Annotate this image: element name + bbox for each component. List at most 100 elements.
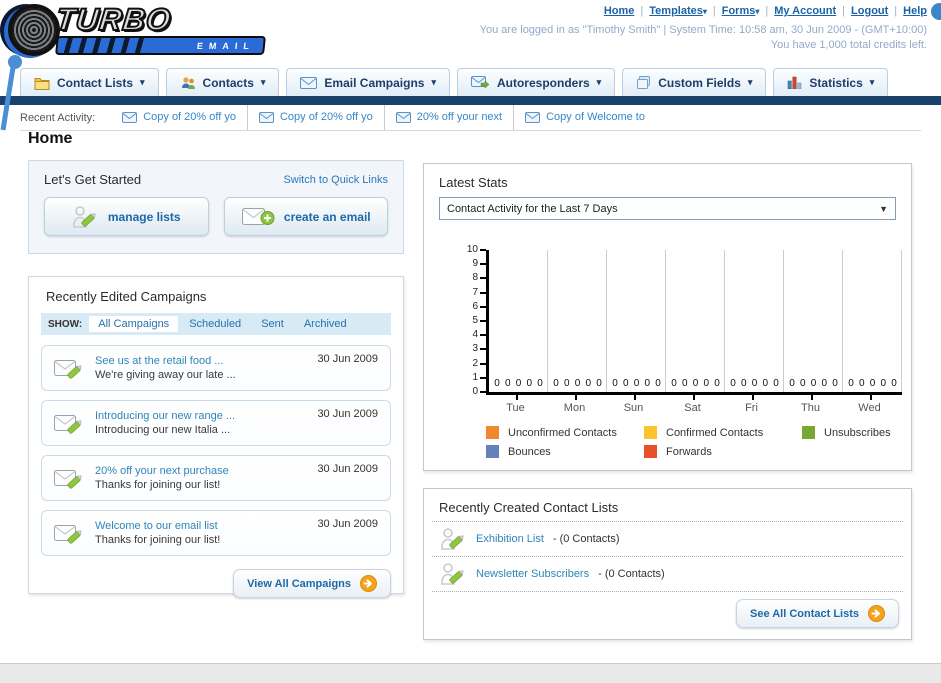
tab-contact-lists[interactable]: Contact Lists ▾: [20, 68, 159, 96]
value-label: 0: [553, 378, 559, 389]
envelope-small-icon: [122, 112, 138, 123]
recent-activity-bar: Recent Activity: Copy of 20% off yo Copy …: [20, 105, 921, 131]
campaign-subtitle: Thanks for joining our list!: [95, 534, 221, 546]
value-label: 0: [773, 378, 779, 389]
value-label: 0: [821, 378, 827, 389]
logo-line2: EMAIL: [196, 40, 256, 51]
campaigns-panel: Recently Edited Campaigns SHOW: All Camp…: [28, 276, 404, 598]
contact-list-name-link[interactable]: Exhibition List: [476, 533, 544, 545]
campaign-card[interactable]: Welcome to our email list Thanks for join…: [41, 510, 391, 556]
get-started-title: Let's Get Started: [44, 172, 142, 187]
navy-divider: [0, 96, 941, 105]
envelope-green-arrow-icon: [470, 76, 490, 89]
tab-autoresponders[interactable]: Autoresponders ▾: [456, 68, 616, 96]
y-tick-label: 0: [472, 386, 478, 397]
see-all-contact-lists-button[interactable]: See All Contact Lists: [735, 599, 899, 628]
campaign-title-link[interactable]: 20% off your next purchase: [95, 465, 229, 477]
recent-activity-item[interactable]: Copy of 20% off yo: [246, 105, 384, 130]
campaign-title-link[interactable]: Introducing our new range ...: [95, 410, 235, 422]
people-icon: [180, 76, 196, 90]
x-axis-label: Sun: [623, 402, 644, 414]
filter-sent[interactable]: Sent: [252, 316, 293, 332]
value-label: 0: [671, 378, 677, 389]
app-logo[interactable]: TURBO EMAIL: [8, 1, 266, 56]
y-tick-label: 8: [472, 272, 478, 284]
y-tick-label: 3: [472, 343, 478, 355]
filter-archived[interactable]: Archived: [295, 316, 356, 332]
legend-item: Confirmed Contacts: [644, 426, 802, 439]
recent-activity-item[interactable]: 20% off your next: [383, 105, 513, 130]
recent-activity-label: Recent Activity:: [20, 111, 96, 124]
header-link-logout[interactable]: Logout: [851, 5, 888, 17]
create-an-email-button[interactable]: create an email: [223, 197, 388, 236]
legend-label: Forwards: [666, 445, 712, 458]
campaign-date: 30 Jun 2009: [317, 408, 378, 420]
tab-email-campaigns[interactable]: Email Campaigns ▾: [286, 68, 450, 96]
value-labels-group: 00000: [843, 378, 902, 390]
x-axis-label: Mon: [563, 402, 586, 414]
value-label: 0: [858, 378, 865, 389]
envelope-pencil-icon: [53, 520, 84, 546]
header-link-templates[interactable]: Templates ▾: [649, 5, 707, 17]
campaign-title-link[interactable]: Welcome to our email list: [95, 520, 220, 532]
recent-activity-item[interactable]: Copy of 20% off yo: [111, 105, 247, 130]
value-label: 0: [596, 378, 602, 389]
chevron-down-icon: ▾: [260, 77, 266, 87]
envelope-icon: [300, 76, 318, 89]
recent-activity-item-label: Copy of 20% off yo: [279, 111, 373, 123]
tab-custom-fields[interactable]: Custom Fields ▾: [622, 68, 767, 96]
tab-label: Email Campaigns: [324, 75, 425, 90]
header-link-my-account[interactable]: My Account: [774, 5, 836, 17]
header-link-forms[interactable]: Forms ▾: [722, 5, 760, 17]
value-label: 0: [714, 378, 720, 389]
x-axis-label: Fri: [745, 402, 758, 414]
tab-statistics[interactable]: Statistics ▾: [773, 68, 889, 96]
contact-lists-panel: Recently Created Contact Lists Exhibitio…: [423, 488, 912, 640]
stats-period-value: Contact Activity for the Last 7 Days: [447, 202, 618, 215]
header-link-home[interactable]: Home: [604, 5, 635, 17]
header-link-help[interactable]: Help: [903, 5, 927, 17]
campaign-card[interactable]: Introducing our new range ... Introducing…: [41, 400, 391, 446]
header-right: Home | Templates ▾ | Forms ▾ | My Account | Logo…: [480, 5, 927, 51]
filter-all-campaigns[interactable]: All Campaigns: [89, 316, 179, 332]
campaign-text: Welcome to our email list Thanks for join…: [95, 520, 220, 546]
campaign-card[interactable]: See us at the retail food ... We're givin…: [41, 345, 391, 391]
person-pencil-icon: [440, 562, 467, 586]
manage-lists-button[interactable]: manage lists: [44, 197, 209, 236]
contact-activity-chart: 0 1 2 3 4 5 6 7 8 9 10 0 0 0 0 0 0 0 0 0 0 0 0 0 0 0 0 0 0 0 0 0 0 0 0 0 0 0 0…: [444, 244, 902, 418]
view-all-campaigns-button[interactable]: View All Campaigns: [233, 569, 391, 598]
value-label: 0: [622, 378, 629, 389]
switch-quick-links-link[interactable]: Switch to Quick Links: [283, 174, 388, 186]
tab-label: Contacts: [202, 75, 254, 90]
legend-swatch: [644, 445, 657, 458]
x-tick: [515, 395, 518, 400]
recent-activity-item[interactable]: Copy of Welcome to: [513, 105, 656, 130]
chevron-down-icon: ▾: [140, 77, 145, 87]
person-pencil-icon: [440, 527, 467, 551]
legend-item: Unsubscribes: [802, 426, 891, 439]
logo-text: TURBO EMAIL: [53, 1, 266, 55]
stats-period-select[interactable]: Contact Activity for the Last 7 Days ▼: [439, 197, 896, 220]
contact-list-name-link[interactable]: Newsletter Subscribers: [476, 568, 589, 580]
contact-list-item[interactable]: Exhibition List - (0 Contacts): [432, 521, 903, 556]
value-label: 0: [762, 378, 768, 389]
gridline: [606, 250, 607, 392]
contact-list-count: - (0 Contacts): [598, 568, 665, 580]
campaign-text: Introducing our new range ... Introducing…: [95, 410, 235, 436]
recent-activity-items: Copy of 20% off yo Copy of 20% off yo 20% …: [111, 105, 656, 130]
x-tick: [869, 395, 872, 400]
contact-list-item[interactable]: Newsletter Subscribers - (0 Contacts): [432, 556, 903, 591]
tab-contacts[interactable]: Contacts ▾: [165, 68, 280, 96]
campaign-card[interactable]: 20% off your next purchase Thanks for joi…: [41, 455, 391, 501]
value-label: 0: [585, 378, 591, 389]
value-label: 0: [515, 378, 522, 389]
filter-scheduled[interactable]: Scheduled: [180, 316, 250, 332]
logo-stripes: [57, 38, 151, 53]
value-label: 0: [832, 378, 838, 389]
bar-chart-icon: [787, 76, 802, 89]
legend-label: Bounces: [508, 445, 551, 458]
main-nav-tabs: Contact Lists ▾ Contacts ▾ Email Campaigns ▾ A…: [20, 68, 889, 96]
x-tick: [574, 395, 577, 400]
envelope-small-icon: [525, 112, 541, 123]
campaign-title-link[interactable]: See us at the retail food ...: [95, 355, 236, 367]
